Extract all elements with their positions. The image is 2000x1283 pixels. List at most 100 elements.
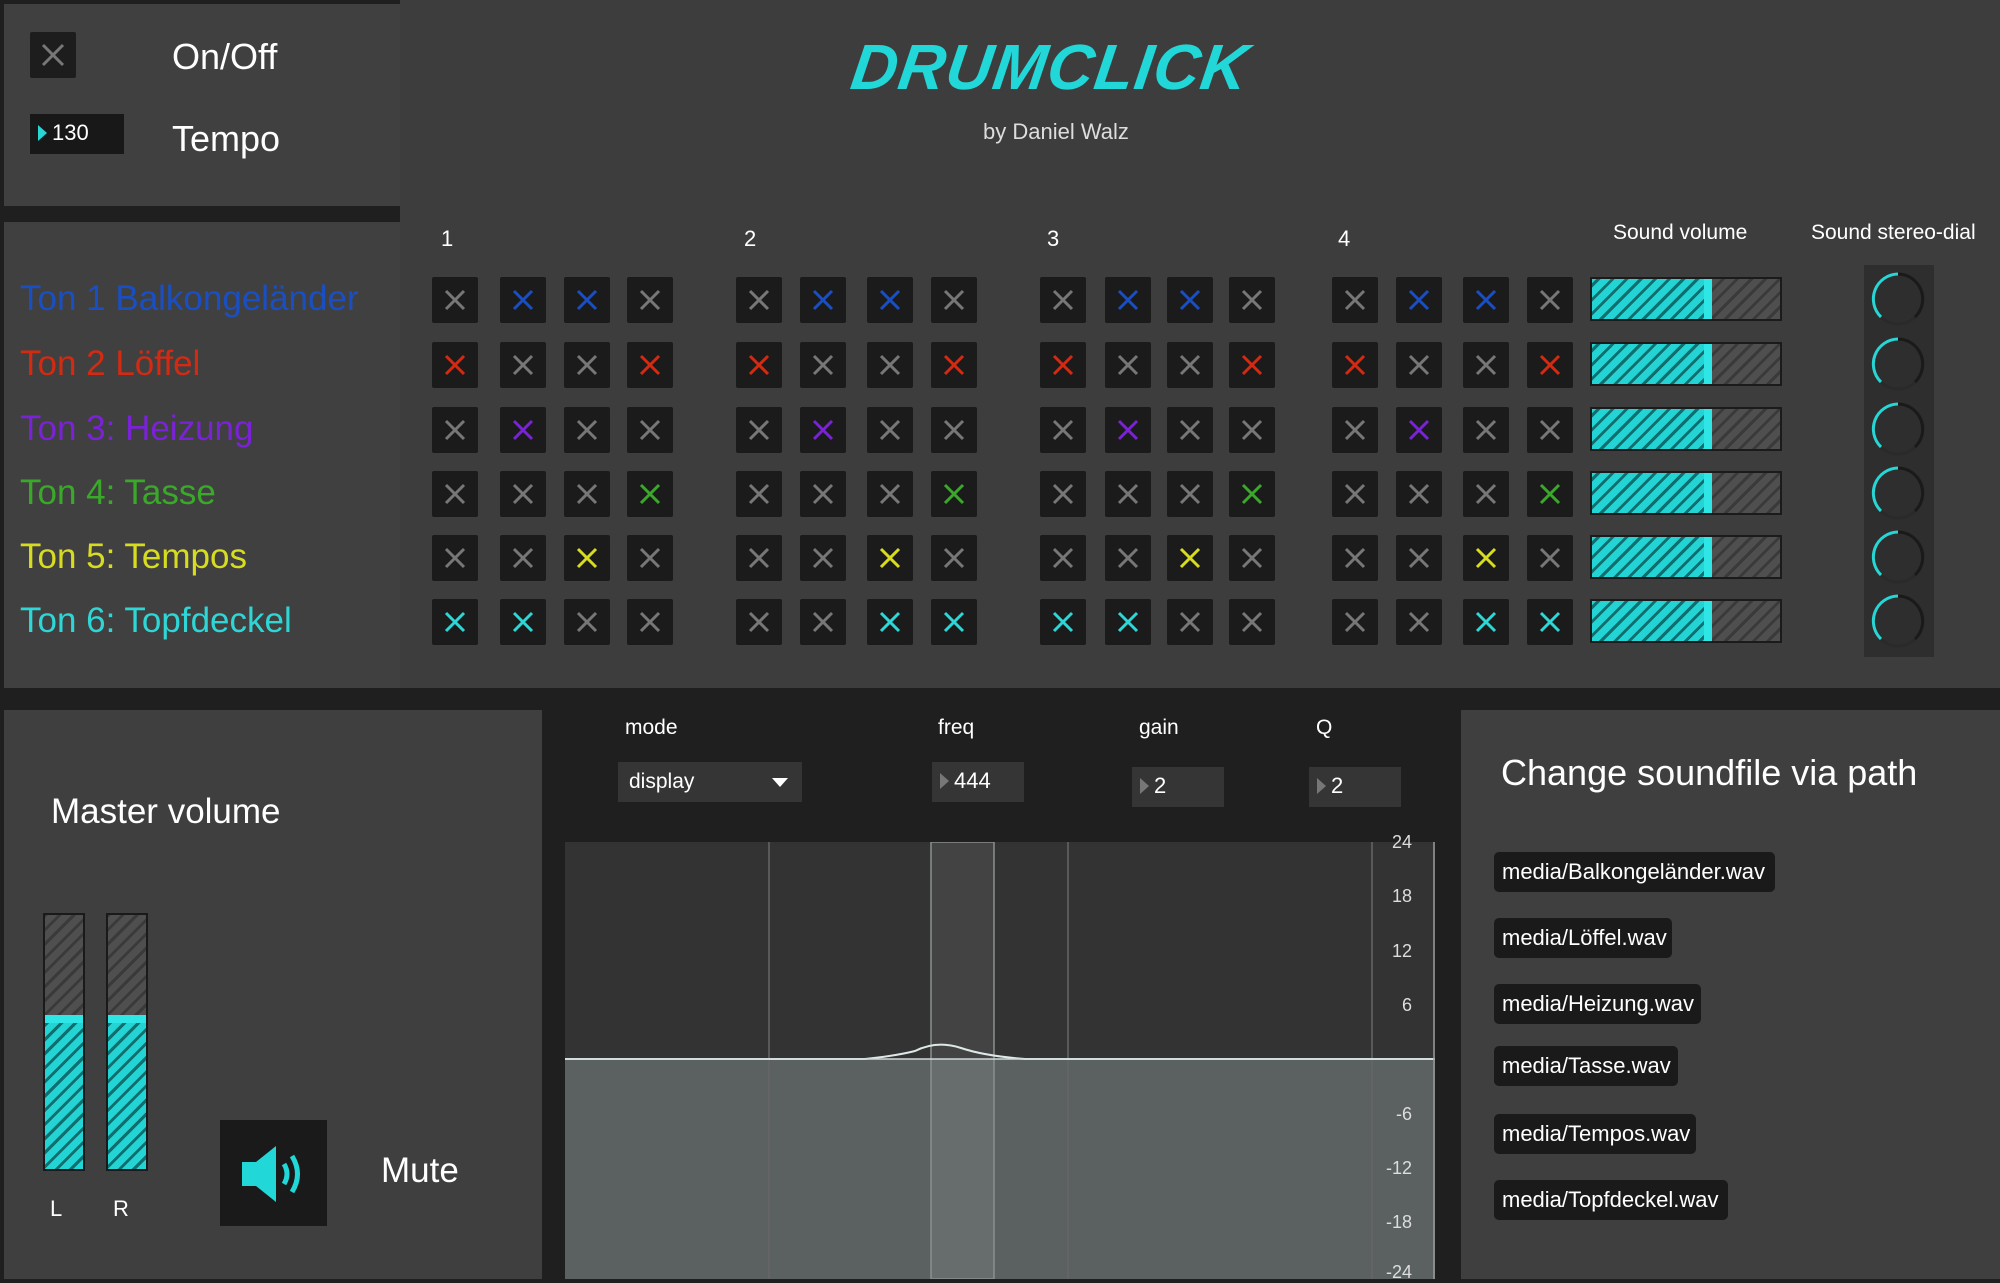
step-toggle[interactable] <box>1463 342 1509 388</box>
filter-mode-dropdown[interactable]: display <box>618 762 802 802</box>
step-toggle[interactable] <box>931 407 977 453</box>
step-toggle[interactable] <box>1332 535 1378 581</box>
step-toggle[interactable] <box>1229 471 1275 517</box>
step-toggle[interactable] <box>931 277 977 323</box>
step-toggle[interactable] <box>432 599 478 645</box>
step-toggle[interactable] <box>1463 277 1509 323</box>
step-toggle[interactable] <box>1040 342 1086 388</box>
step-toggle[interactable] <box>1396 535 1442 581</box>
step-toggle[interactable] <box>1040 407 1086 453</box>
step-toggle[interactable] <box>1527 599 1573 645</box>
step-toggle[interactable] <box>564 342 610 388</box>
step-toggle[interactable] <box>867 471 913 517</box>
step-toggle[interactable] <box>736 277 782 323</box>
soundfile-path-button[interactable]: media/Balkongeländer.wav <box>1494 852 1775 892</box>
step-toggle[interactable] <box>564 277 610 323</box>
step-toggle[interactable] <box>736 407 782 453</box>
track-volume-slider[interactable] <box>1590 407 1782 451</box>
step-toggle[interactable] <box>800 342 846 388</box>
step-toggle[interactable] <box>1332 342 1378 388</box>
step-toggle[interactable] <box>1229 407 1275 453</box>
step-toggle[interactable] <box>500 471 546 517</box>
step-toggle[interactable] <box>800 407 846 453</box>
step-toggle[interactable] <box>1105 471 1151 517</box>
master-meter-left[interactable] <box>43 913 85 1171</box>
step-toggle[interactable] <box>800 535 846 581</box>
step-toggle[interactable] <box>500 342 546 388</box>
step-toggle[interactable] <box>1396 471 1442 517</box>
step-toggle[interactable] <box>1105 407 1151 453</box>
soundfile-path-button[interactable]: media/Heizung.wav <box>1494 984 1701 1024</box>
step-toggle[interactable] <box>627 407 673 453</box>
step-toggle[interactable] <box>500 599 546 645</box>
filter-gain-box[interactable]: 2 <box>1132 767 1224 807</box>
step-toggle[interactable] <box>564 407 610 453</box>
track-volume-slider[interactable] <box>1590 277 1782 321</box>
step-toggle[interactable] <box>1463 471 1509 517</box>
step-toggle[interactable] <box>500 277 546 323</box>
step-toggle[interactable] <box>1396 277 1442 323</box>
step-toggle[interactable] <box>432 342 478 388</box>
step-toggle[interactable] <box>1396 342 1442 388</box>
step-toggle[interactable] <box>1040 599 1086 645</box>
step-toggle[interactable] <box>1040 277 1086 323</box>
step-toggle[interactable] <box>432 535 478 581</box>
step-toggle[interactable] <box>1332 407 1378 453</box>
step-toggle[interactable] <box>800 471 846 517</box>
step-toggle[interactable] <box>1167 277 1213 323</box>
step-toggle[interactable] <box>867 342 913 388</box>
track-volume-slider[interactable] <box>1590 599 1782 643</box>
step-toggle[interactable] <box>800 599 846 645</box>
step-toggle[interactable] <box>627 471 673 517</box>
step-toggle[interactable] <box>931 599 977 645</box>
soundfile-path-button[interactable]: media/Tasse.wav <box>1494 1046 1678 1086</box>
soundfile-path-button[interactable]: media/Tempos.wav <box>1494 1114 1696 1154</box>
step-toggle[interactable] <box>1332 277 1378 323</box>
step-toggle[interactable] <box>1463 535 1509 581</box>
step-toggle[interactable] <box>1527 407 1573 453</box>
filter-freq-box[interactable]: 444 <box>932 762 1024 802</box>
filter-q-box[interactable]: 2 <box>1309 767 1401 807</box>
step-toggle[interactable] <box>500 407 546 453</box>
step-toggle[interactable] <box>1105 342 1151 388</box>
onoff-toggle[interactable] <box>30 32 76 78</box>
step-toggle[interactable] <box>867 535 913 581</box>
tempo-number-box[interactable]: 130 <box>30 114 124 154</box>
step-toggle[interactable] <box>1105 535 1151 581</box>
step-toggle[interactable] <box>1105 599 1151 645</box>
step-toggle[interactable] <box>432 471 478 517</box>
track-volume-slider[interactable] <box>1590 342 1782 386</box>
step-toggle[interactable] <box>1167 471 1213 517</box>
step-toggle[interactable] <box>1463 407 1509 453</box>
master-meter-right[interactable] <box>106 913 148 1171</box>
step-toggle[interactable] <box>1229 599 1275 645</box>
step-toggle[interactable] <box>564 535 610 581</box>
step-toggle[interactable] <box>736 599 782 645</box>
step-toggle[interactable] <box>1229 277 1275 323</box>
soundfile-path-button[interactable]: media/Topfdeckel.wav <box>1494 1180 1728 1220</box>
step-toggle[interactable] <box>1229 535 1275 581</box>
stereo-dial[interactable] <box>1868 399 1928 459</box>
stereo-dial[interactable] <box>1868 463 1928 523</box>
step-toggle[interactable] <box>1396 599 1442 645</box>
step-toggle[interactable] <box>1167 535 1213 581</box>
stereo-dial[interactable] <box>1868 591 1928 651</box>
stereo-dial[interactable] <box>1868 334 1928 394</box>
step-toggle[interactable] <box>1040 535 1086 581</box>
stereo-dial[interactable] <box>1868 269 1928 329</box>
step-toggle[interactable] <box>1527 277 1573 323</box>
step-toggle[interactable] <box>736 471 782 517</box>
step-toggle[interactable] <box>627 535 673 581</box>
step-toggle[interactable] <box>1527 342 1573 388</box>
step-toggle[interactable] <box>564 471 610 517</box>
filter-response-graph[interactable] <box>565 842 1435 1279</box>
step-toggle[interactable] <box>432 277 478 323</box>
step-toggle[interactable] <box>867 599 913 645</box>
step-toggle[interactable] <box>1229 342 1275 388</box>
step-toggle[interactable] <box>1167 342 1213 388</box>
step-toggle[interactable] <box>1040 471 1086 517</box>
step-toggle[interactable] <box>867 407 913 453</box>
track-volume-slider[interactable] <box>1590 535 1782 579</box>
step-toggle[interactable] <box>1167 599 1213 645</box>
step-toggle[interactable] <box>627 342 673 388</box>
